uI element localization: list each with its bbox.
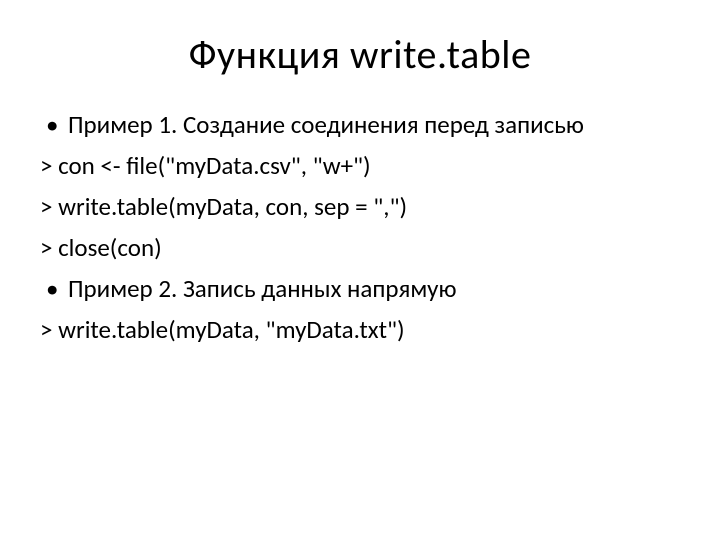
code-line-3: > close(con) (40, 230, 680, 265)
code-line-2: > write.table(myData, con, sep = ",") (40, 189, 680, 224)
slide-body: Пример 1. Создание соединения перед запи… (40, 107, 680, 347)
code-line-4: > write.table(myData, "myData.txt") (40, 312, 680, 347)
bullet-example-2: Пример 2. Запись данных напрямую (40, 271, 680, 306)
code-line-1: > con <- file("myData.csv", "w+") (40, 148, 680, 183)
slide-title: Функция write.table (40, 30, 680, 79)
slide: Функция write.table Пример 1. Создание с… (0, 0, 720, 540)
bullet-example-1: Пример 1. Создание соединения перед запи… (40, 107, 680, 142)
